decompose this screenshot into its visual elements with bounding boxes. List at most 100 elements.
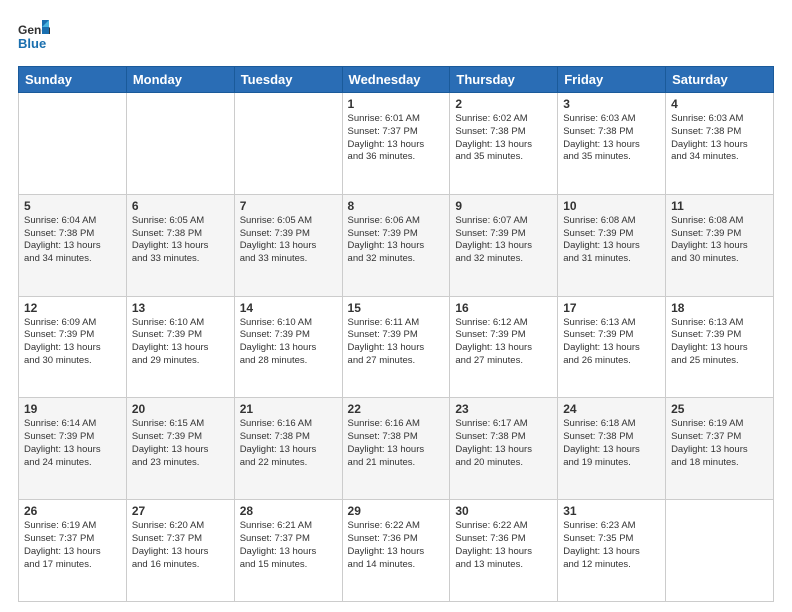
calendar-cell: 31 Sunrise: 6:23 AM Sunset: 7:35 PM Dayli… <box>558 500 666 602</box>
calendar-cell: 9Sunrise: 6:07 AM Sunset: 7:39 PM Daylig… <box>450 194 558 296</box>
weekday-header-thursday: Thursday <box>450 67 558 93</box>
calendar-cell: 22 Sunrise: 6:16 AM Sunset: 7:38 PM Dayli… <box>342 398 450 500</box>
weekday-header-wednesday: Wednesday <box>342 67 450 93</box>
calendar-cell: 16Sunrise: 6:12 AM Sunset: 7:39 PM Dayli… <box>450 296 558 398</box>
logo: General Blue <box>18 18 50 56</box>
calendar: SundayMondayTuesdayWednesdayThursdayFrid… <box>18 66 774 602</box>
weekday-header-saturday: Saturday <box>666 67 774 93</box>
calendar-cell: 1 Sunrise: 6:01 AM Sunset: 7:37 PM Daylig… <box>342 93 450 195</box>
day-info: Sunrise: 6:16 AM Sunset: 7:38 PM Dayligh… <box>240 418 337 469</box>
weekday-header-row: SundayMondayTuesdayWednesdayThursdayFrid… <box>19 67 774 93</box>
day-info: Sunrise: 6:05 AM Sunset: 7:39 PM Dayligh… <box>240 215 337 266</box>
day-info: Sunrise: 6:21 AM Sunset: 7:37 PM Dayligh… <box>240 520 337 571</box>
day-number: 31 <box>563 504 660 518</box>
day-info: Sunrise: 6:03 AM Sunset: 7:38 PM Dayligh… <box>563 113 660 164</box>
day-info: Sunrise: 6:08 AM Sunset: 7:39 PM Dayligh… <box>563 215 660 266</box>
calendar-cell: 24 Sunrise: 6:18 AM Sunset: 7:38 PM Dayli… <box>558 398 666 500</box>
calendar-cell <box>666 500 774 602</box>
calendar-cell: 25 Sunrise: 6:19 AM Sunset: 7:37 PM Dayli… <box>666 398 774 500</box>
calendar-cell: 26Sunrise: 6:19 AM Sunset: 7:37 PM Dayli… <box>19 500 127 602</box>
calendar-cell: 11 Sunrise: 6:08 AM Sunset: 7:39 PM Dayli… <box>666 194 774 296</box>
day-number: 2 <box>455 97 552 111</box>
calendar-week-row: 12 Sunrise: 6:09 AM Sunset: 7:39 PM Dayli… <box>19 296 774 398</box>
day-info: Sunrise: 6:19 AM Sunset: 7:37 PM Dayligh… <box>671 418 768 469</box>
day-number: 15 <box>348 301 445 315</box>
day-number: 7 <box>240 199 337 213</box>
calendar-cell: 30 Sunrise: 6:22 AM Sunset: 7:36 PM Dayli… <box>450 500 558 602</box>
day-info: Sunrise: 6:08 AM Sunset: 7:39 PM Dayligh… <box>671 215 768 266</box>
day-info: Sunrise: 6:23 AM Sunset: 7:35 PM Dayligh… <box>563 520 660 571</box>
calendar-cell <box>126 93 234 195</box>
day-info: Sunrise: 6:13 AM Sunset: 7:39 PM Dayligh… <box>563 317 660 368</box>
day-number: 18 <box>671 301 768 315</box>
day-number: 6 <box>132 199 229 213</box>
calendar-cell: 12 Sunrise: 6:09 AM Sunset: 7:39 PM Dayli… <box>19 296 127 398</box>
day-number: 12 <box>24 301 121 315</box>
day-info: Sunrise: 6:05 AM Sunset: 7:38 PM Dayligh… <box>132 215 229 266</box>
calendar-cell: 5 Sunrise: 6:04 AM Sunset: 7:38 PM Daylig… <box>19 194 127 296</box>
calendar-cell: 20 Sunrise: 6:15 AM Sunset: 7:39 PM Dayli… <box>126 398 234 500</box>
day-number: 16 <box>455 301 552 315</box>
day-info: Sunrise: 6:22 AM Sunset: 7:36 PM Dayligh… <box>455 520 552 571</box>
calendar-cell: 14Sunrise: 6:10 AM Sunset: 7:39 PM Dayli… <box>234 296 342 398</box>
day-info: Sunrise: 6:15 AM Sunset: 7:39 PM Dayligh… <box>132 418 229 469</box>
calendar-week-row: 5 Sunrise: 6:04 AM Sunset: 7:38 PM Daylig… <box>19 194 774 296</box>
day-number: 25 <box>671 402 768 416</box>
calendar-cell: 3 Sunrise: 6:03 AM Sunset: 7:38 PM Daylig… <box>558 93 666 195</box>
day-number: 5 <box>24 199 121 213</box>
day-info: Sunrise: 6:06 AM Sunset: 7:39 PM Dayligh… <box>348 215 445 266</box>
calendar-cell <box>19 93 127 195</box>
day-number: 9 <box>455 199 552 213</box>
day-info: Sunrise: 6:20 AM Sunset: 7:37 PM Dayligh… <box>132 520 229 571</box>
day-number: 23 <box>455 402 552 416</box>
day-number: 24 <box>563 402 660 416</box>
weekday-header-friday: Friday <box>558 67 666 93</box>
calendar-cell: 4 Sunrise: 6:03 AM Sunset: 7:38 PM Daylig… <box>666 93 774 195</box>
day-number: 13 <box>132 301 229 315</box>
day-info: Sunrise: 6:10 AM Sunset: 7:39 PM Dayligh… <box>132 317 229 368</box>
day-info: Sunrise: 6:01 AM Sunset: 7:37 PM Dayligh… <box>348 113 445 164</box>
day-number: 8 <box>348 199 445 213</box>
calendar-cell: 10Sunrise: 6:08 AM Sunset: 7:39 PM Dayli… <box>558 194 666 296</box>
header: General Blue <box>18 18 774 56</box>
day-number: 30 <box>455 504 552 518</box>
day-number: 19 <box>24 402 121 416</box>
calendar-week-row: 19Sunrise: 6:14 AM Sunset: 7:39 PM Dayli… <box>19 398 774 500</box>
day-info: Sunrise: 6:22 AM Sunset: 7:36 PM Dayligh… <box>348 520 445 571</box>
day-info: Sunrise: 6:13 AM Sunset: 7:39 PM Dayligh… <box>671 317 768 368</box>
calendar-week-row: 26Sunrise: 6:19 AM Sunset: 7:37 PM Dayli… <box>19 500 774 602</box>
calendar-cell: 2 Sunrise: 6:02 AM Sunset: 7:38 PM Daylig… <box>450 93 558 195</box>
day-info: Sunrise: 6:17 AM Sunset: 7:38 PM Dayligh… <box>455 418 552 469</box>
day-info: Sunrise: 6:02 AM Sunset: 7:38 PM Dayligh… <box>455 113 552 164</box>
day-info: Sunrise: 6:18 AM Sunset: 7:38 PM Dayligh… <box>563 418 660 469</box>
calendar-cell: 15Sunrise: 6:11 AM Sunset: 7:39 PM Dayli… <box>342 296 450 398</box>
day-number: 4 <box>671 97 768 111</box>
day-number: 11 <box>671 199 768 213</box>
calendar-cell: 28 Sunrise: 6:21 AM Sunset: 7:37 PM Dayli… <box>234 500 342 602</box>
calendar-cell: 23 Sunrise: 6:17 AM Sunset: 7:38 PM Dayli… <box>450 398 558 500</box>
page: General Blue SundayMondayTuesdayWednesda… <box>0 0 792 612</box>
calendar-week-row: 1 Sunrise: 6:01 AM Sunset: 7:37 PM Daylig… <box>19 93 774 195</box>
day-info: Sunrise: 6:03 AM Sunset: 7:38 PM Dayligh… <box>671 113 768 164</box>
day-number: 28 <box>240 504 337 518</box>
calendar-cell: 18 Sunrise: 6:13 AM Sunset: 7:39 PM Dayli… <box>666 296 774 398</box>
day-info: Sunrise: 6:09 AM Sunset: 7:39 PM Dayligh… <box>24 317 121 368</box>
day-number: 20 <box>132 402 229 416</box>
day-number: 26 <box>24 504 121 518</box>
weekday-header-tuesday: Tuesday <box>234 67 342 93</box>
day-number: 29 <box>348 504 445 518</box>
weekday-header-monday: Monday <box>126 67 234 93</box>
calendar-cell: 29 Sunrise: 6:22 AM Sunset: 7:36 PM Dayli… <box>342 500 450 602</box>
day-number: 3 <box>563 97 660 111</box>
calendar-cell: 13 Sunrise: 6:10 AM Sunset: 7:39 PM Dayli… <box>126 296 234 398</box>
svg-text:Blue: Blue <box>18 36 46 51</box>
calendar-cell: 7 Sunrise: 6:05 AM Sunset: 7:39 PM Daylig… <box>234 194 342 296</box>
calendar-cell: 27Sunrise: 6:20 AM Sunset: 7:37 PM Dayli… <box>126 500 234 602</box>
calendar-cell: 6 Sunrise: 6:05 AM Sunset: 7:38 PM Daylig… <box>126 194 234 296</box>
day-number: 1 <box>348 97 445 111</box>
day-info: Sunrise: 6:04 AM Sunset: 7:38 PM Dayligh… <box>24 215 121 266</box>
day-number: 22 <box>348 402 445 416</box>
weekday-header-sunday: Sunday <box>19 67 127 93</box>
day-info: Sunrise: 6:16 AM Sunset: 7:38 PM Dayligh… <box>348 418 445 469</box>
calendar-cell <box>234 93 342 195</box>
